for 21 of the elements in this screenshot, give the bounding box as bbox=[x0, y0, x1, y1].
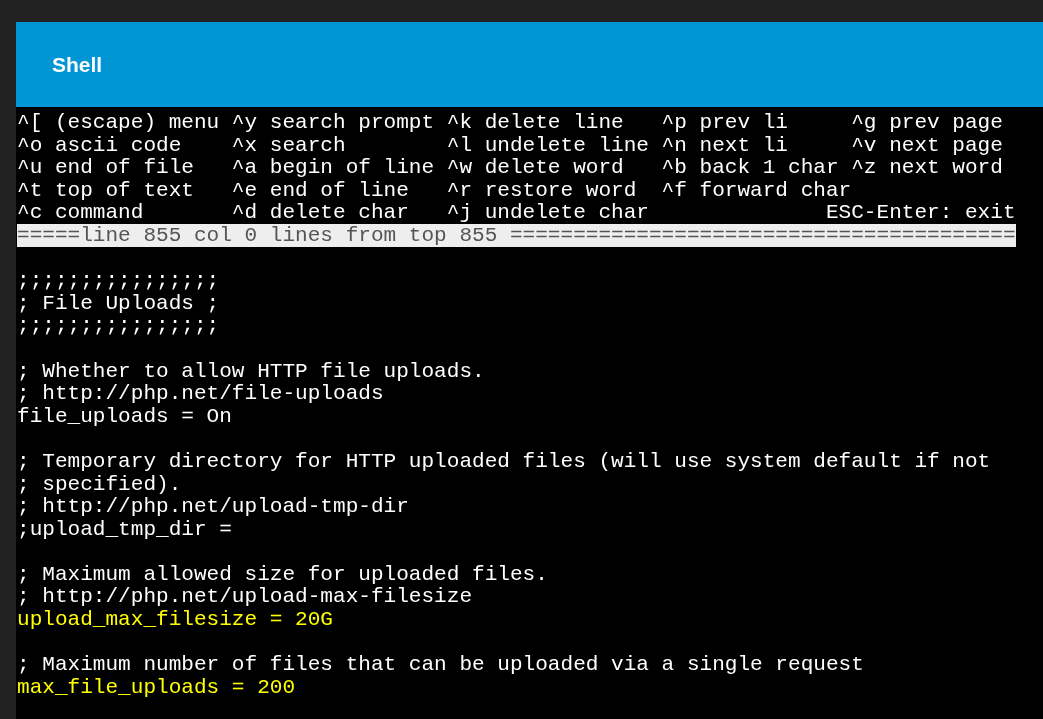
code-line: ; Maximum number of files that can be uploaded via a single request bbox=[17, 653, 864, 676]
code-line: max_file_uploads = 200 bbox=[17, 675, 296, 699]
code-line: upload_max_filesize = 20G bbox=[17, 608, 333, 631]
code-line: ; specified). bbox=[17, 472, 182, 496]
code-line: ;;;;;;;;;;;;;;;; bbox=[17, 314, 220, 337]
code-line: ; Whether to allow HTTP file uploads. bbox=[17, 359, 485, 383]
code-line: ; File Uploads ; bbox=[17, 291, 220, 315]
help-text: ^o ascii code ^x search ^l undelete line ^n next li ^v next page bbox=[17, 133, 1003, 157]
code-line: ;upload_tmp_dir = bbox=[17, 517, 232, 541]
window-title: Shell bbox=[52, 51, 103, 78]
code-line: ; http://php.net/upload-max-filesize bbox=[17, 585, 473, 609]
help-text: ^u end of file ^a begin of line ^w delete word ^b back 1 char ^z next word bbox=[17, 156, 1003, 179]
code-line: ; http://php.net/file-uploads bbox=[17, 382, 384, 405]
code-line: ; Maximum allowed size for uploaded files. bbox=[17, 562, 548, 586]
code-line: ; http://php.net/upload-tmp-dir bbox=[17, 495, 409, 518]
code-line: file_uploads = On bbox=[17, 404, 232, 428]
help-text: ^[ (escape) menu ^y search prompt ^k delete line ^p prev li ^g prev page bbox=[17, 111, 1003, 134]
help-text: ^t top of text ^e end of line ^r restore word ^f forward char bbox=[17, 178, 852, 202]
code-line: ; Temporary directory for HTTP uploaded files (will use system default if not bbox=[17, 449, 991, 473]
help-text: ^c command ^d delete char ^j undelete char ESC-Enter: exit bbox=[17, 201, 1016, 224]
code-line: ;;;;;;;;;;;;;;;; bbox=[17, 269, 220, 292]
